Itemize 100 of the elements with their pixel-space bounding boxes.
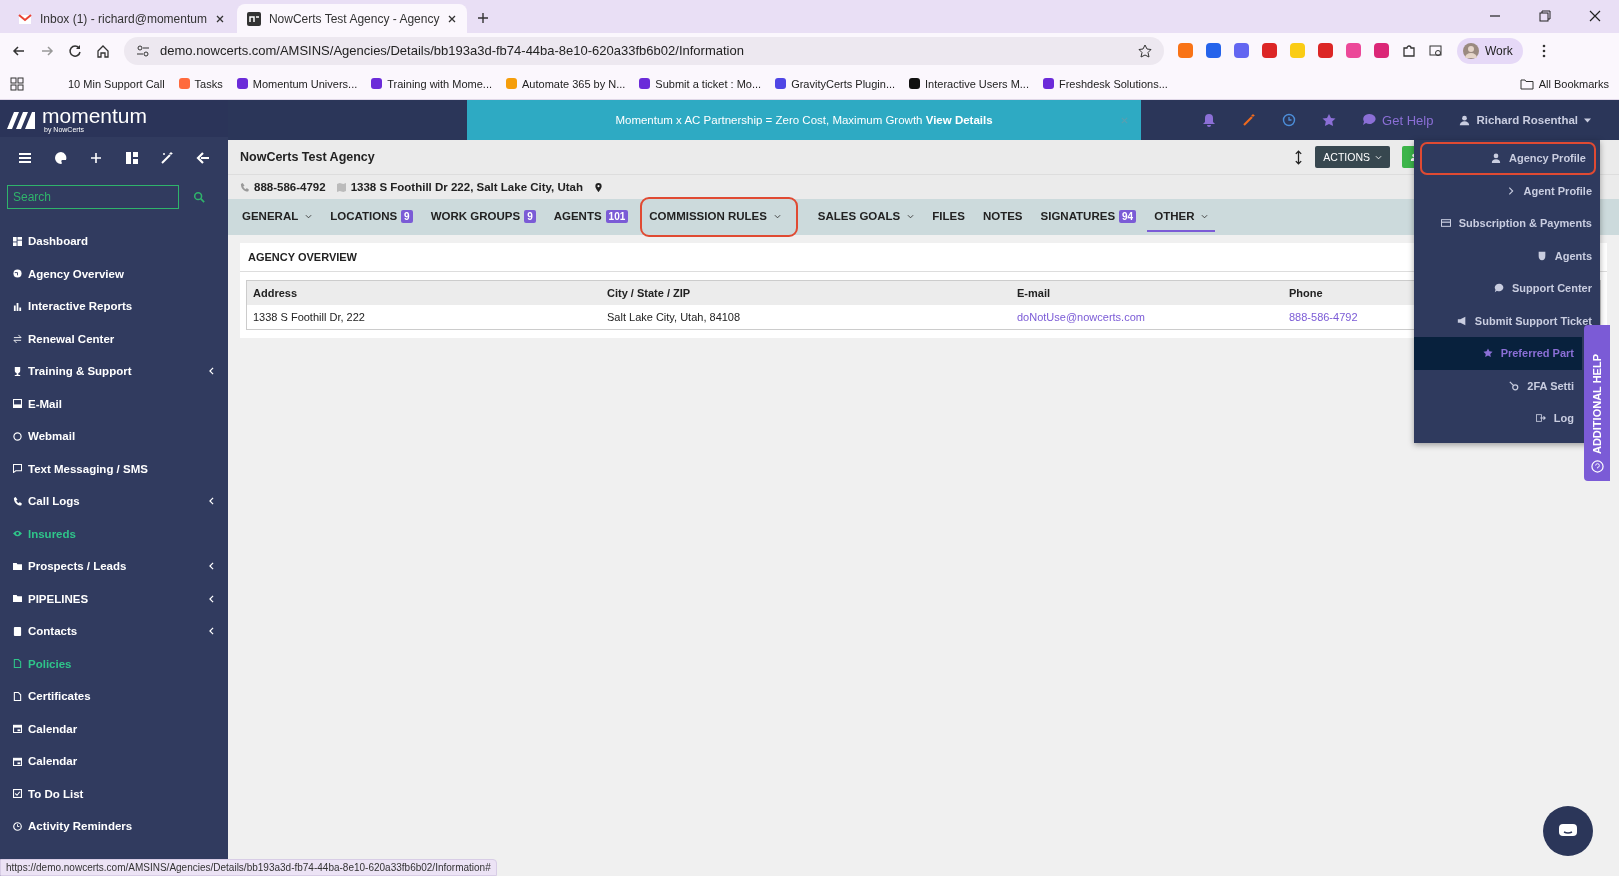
sidebar-item[interactable]: Renewal Center	[0, 322, 228, 355]
sidebar-item[interactable]: Call Logs	[0, 485, 228, 518]
sidebar-item[interactable]: Calendar	[0, 745, 228, 778]
plus-icon[interactable]	[89, 151, 104, 165]
home-icon[interactable]	[96, 43, 110, 58]
resize-icon[interactable]	[1294, 149, 1304, 165]
count-badge: 94	[1119, 209, 1137, 223]
actions-button[interactable]: ACTIONS	[1315, 146, 1390, 168]
chevron-icon	[209, 367, 214, 376]
sidebar-item[interactable]: Calendar	[0, 712, 228, 745]
layout-icon[interactable]	[124, 151, 139, 165]
sidebar-item[interactable]: Training & Support	[0, 355, 228, 388]
new-tab-icon[interactable]	[477, 12, 490, 24]
bell-icon[interactable]	[1202, 113, 1217, 127]
sidebar-item[interactable]: Insureds	[0, 517, 228, 550]
profile-button[interactable]: Work	[1457, 37, 1523, 64]
search-icon[interactable]	[193, 191, 205, 203]
close-icon[interactable]	[447, 13, 458, 24]
bookmark[interactable]: 10 Min Support Call	[68, 77, 165, 90]
bookmark[interactable]: GravityCerts Plugin...	[775, 77, 896, 90]
tab[interactable]: COMMISSION RULES	[643, 200, 795, 234]
menu-item[interactable]: Preferred Part	[1414, 337, 1582, 370]
user-menu-button[interactable]: Richard Rosenthal	[1459, 114, 1591, 126]
reload-icon[interactable]	[68, 43, 82, 58]
back-arrow-icon[interactable]	[195, 151, 210, 165]
search-field[interactable]: Search	[7, 185, 179, 209]
clock-icon[interactable]	[1282, 113, 1297, 127]
tab[interactable]: LOCATIONS 9	[323, 202, 420, 232]
tab[interactable]: AGENTS 101	[546, 202, 636, 232]
extension-icon[interactable]	[1234, 43, 1249, 58]
sidebar-item[interactable]: Interactive Reports	[0, 290, 228, 323]
bookmark[interactable]: Momentum Univers...	[236, 77, 358, 90]
sidebar-item[interactable]: Certificates	[0, 680, 228, 713]
back-icon[interactable]	[12, 43, 26, 58]
sidebar-item[interactable]: To Do List	[0, 777, 228, 810]
table-cell[interactable]: doNotUse@nowcerts.com	[1011, 311, 1283, 323]
sidebar-item[interactable]: Policies	[0, 647, 228, 680]
menu-item[interactable]: Agency Profile	[1420, 142, 1596, 175]
address-bar[interactable]: demo.nowcerts.com/AMSINS/Agencies/Details/bb193a3d-fb74-44ba-8e10-620a33fb6b02/Information	[124, 36, 1164, 65]
sidebar-item[interactable]: Agency Overview	[0, 257, 228, 290]
restore-icon[interactable]	[1539, 10, 1551, 22]
menu-item[interactable]: Support Center	[1414, 272, 1600, 305]
card-icon	[1440, 218, 1451, 229]
table-cell-text: Salt Lake City, Utah, 84108	[606, 311, 742, 323]
chevron-icon	[209, 497, 214, 506]
chat-button[interactable]	[1543, 806, 1593, 856]
forward-icon[interactable]	[40, 43, 54, 58]
tab[interactable]: SIGNATURES 94	[1033, 202, 1144, 232]
user-icon	[1490, 153, 1501, 164]
menu-item[interactable]: 2FA Setti	[1414, 369, 1582, 402]
sidebar-item[interactable]: Prospects / Leads	[0, 550, 228, 583]
extension-icon[interactable]	[1318, 43, 1333, 58]
menu-item[interactable]: Agent Profile	[1414, 174, 1600, 207]
extension-icon[interactable]	[1206, 43, 1221, 58]
tab[interactable]: GENERAL	[235, 202, 320, 232]
tab[interactable]: OTHER	[1147, 202, 1216, 232]
star-icon[interactable]	[1322, 113, 1337, 127]
star-icon[interactable]	[1138, 43, 1152, 58]
eye-icon	[13, 529, 22, 539]
bookmark[interactable]: Training with Mome...	[371, 77, 492, 90]
bookmark[interactable]: Tasks	[178, 77, 223, 90]
tab[interactable]: SALES GOALS	[810, 202, 922, 232]
bookmark[interactable]: Submit a ticket : Mo...	[639, 77, 762, 90]
sidebar-item[interactable]: Activity Reminders	[0, 810, 228, 843]
sidebar-item[interactable]: Webmail	[0, 420, 228, 453]
sidebar-item[interactable]: Text Messaging / SMS	[0, 452, 228, 485]
sidebar-item[interactable]: Dashboard	[0, 225, 228, 258]
apps-icon[interactable]	[10, 76, 24, 91]
caret-icon	[1584, 117, 1591, 123]
browser-tab[interactable]: NowCerts Test Agency - Agency	[236, 4, 468, 33]
extension-icon[interactable]	[1262, 43, 1277, 58]
tab[interactable]: WORK GROUPS 9	[423, 202, 543, 232]
ring-icon	[13, 431, 22, 441]
bookmark[interactable]: Freshdesk Solutions...	[1042, 77, 1168, 90]
bookmark[interactable]: All Bookmarks	[1519, 76, 1609, 91]
tab[interactable]: FILES	[925, 202, 972, 232]
extension-icon[interactable]	[1374, 43, 1389, 58]
bookmark[interactable]: Automate 365 by N...	[506, 77, 626, 90]
menu-item[interactable]: Agents	[1414, 239, 1600, 272]
table-cell[interactable]: 888-586-4792	[1283, 311, 1405, 323]
puzzle-icon[interactable]	[1402, 43, 1416, 58]
megaphone-icon	[1456, 315, 1467, 326]
sidebar-item[interactable]: Contacts	[0, 615, 228, 648]
browser-tab[interactable]: Inbox (1) - richard@momentum	[8, 4, 235, 33]
menu-icon[interactable]	[18, 151, 32, 165]
close-icon[interactable]	[214, 13, 225, 24]
close-icon[interactable]	[1589, 10, 1601, 22]
search-icon[interactable]	[1429, 43, 1443, 58]
menu-item[interactable]: Log	[1414, 402, 1582, 435]
palette-icon[interactable]	[53, 151, 68, 165]
menu-item[interactable]: Subscription & Payments	[1414, 207, 1600, 240]
map-pin-icon[interactable]	[594, 182, 604, 192]
site-settings-icon[interactable]	[136, 43, 150, 58]
magic-wand-icon[interactable]	[160, 151, 175, 165]
tab[interactable]: NOTES	[975, 202, 1030, 232]
chevron-icon	[773, 213, 781, 219]
bookmark[interactable]: Interactive Users M...	[909, 77, 1029, 90]
sidebar-item[interactable]: PIPELINES	[0, 582, 228, 615]
sidebar-item[interactable]: E-Mail	[0, 387, 228, 420]
additional-help-tab[interactable]: ADDITIONAL HELP	[1584, 325, 1610, 481]
